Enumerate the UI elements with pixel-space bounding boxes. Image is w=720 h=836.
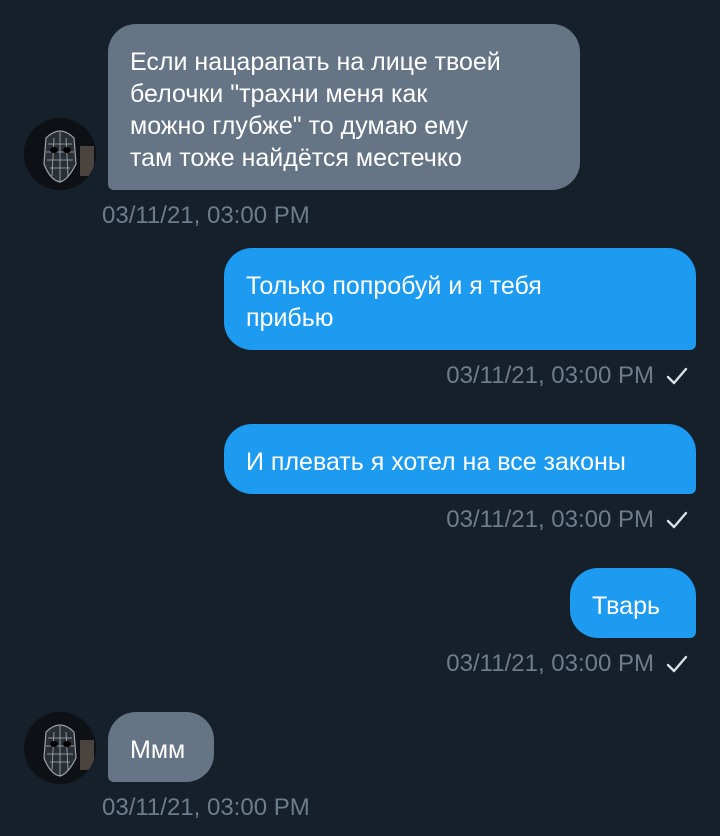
message-timestamp: 03/11/21, 03:00 PM — [102, 794, 310, 822]
message-text: Ммм — [130, 736, 186, 764]
message-thread: Если нацарапать на лице твоей белочки "т… — [0, 0, 720, 836]
message-bubble-outgoing[interactable]: И плевать я хотел на все законы — [224, 424, 696, 494]
checkmark-icon — [666, 367, 688, 385]
message-timestamp: 03/11/21, 03:00 PM — [102, 202, 310, 230]
message-text: Тварь — [592, 592, 661, 620]
message-meta: 03/11/21, 03:00 PM — [446, 506, 688, 534]
message-meta: 03/11/21, 03:00 PM — [446, 362, 688, 390]
sender-avatar[interactable] — [24, 712, 96, 784]
message-bubble-incoming[interactable]: Ммм — [108, 712, 214, 782]
message-meta: 03/11/21, 03:00 PM — [446, 650, 688, 678]
timestamp-text: 03/11/21, 03:00 PM — [102, 202, 310, 229]
message-bubble-outgoing[interactable]: Только попробуй и я тебя прибью — [224, 248, 696, 350]
sender-avatar[interactable] — [24, 118, 96, 190]
timestamp-text: 03/11/21, 03:00 PM — [446, 506, 654, 533]
timestamp-text: 03/11/21, 03:00 PM — [446, 650, 654, 677]
timestamp-text: 03/11/21, 03:00 PM — [446, 362, 654, 389]
timestamp-text: 03/11/21, 03:00 PM — [102, 794, 310, 821]
checkmark-icon — [666, 511, 688, 529]
message-bubble-incoming[interactable]: Если нацарапать на лице твоей белочки "т… — [108, 24, 580, 190]
message-bubble-outgoing[interactable]: Тварь — [570, 568, 696, 638]
message-text: Только попробуй и я тебя прибью — [246, 272, 542, 332]
checkmark-icon — [666, 655, 688, 673]
message-text: И плевать я хотел на все законы — [246, 448, 626, 476]
message-text: Если нацарапать на лице твоей белочки "т… — [130, 48, 501, 172]
